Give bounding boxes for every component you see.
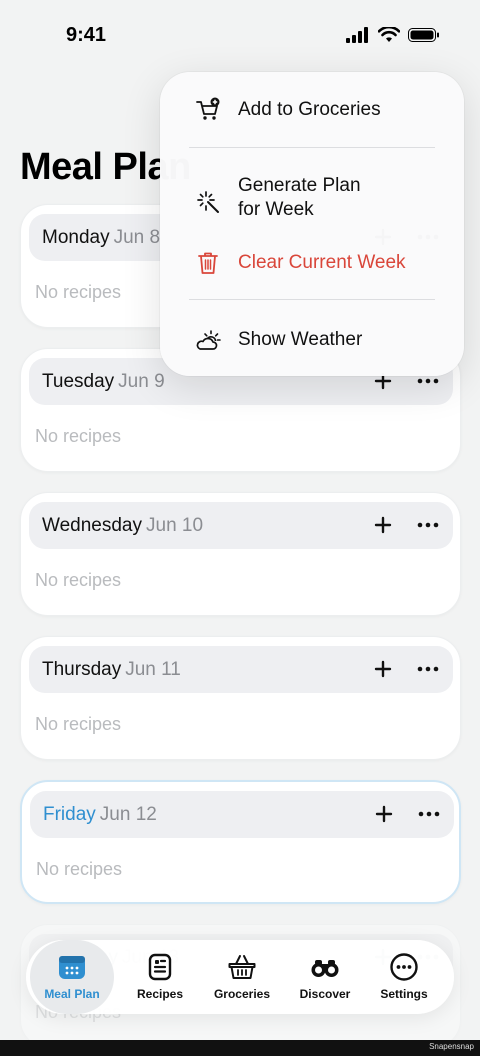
- menu-divider: [189, 299, 435, 300]
- watermark: Snapensnap: [429, 1042, 474, 1051]
- context-menu: Add to Groceries Generate Plan for Week …: [160, 72, 464, 376]
- calendar-icon: [59, 956, 85, 979]
- day-date: Jun 12: [99, 804, 157, 825]
- day-date: Jun 10: [146, 515, 204, 536]
- day-header: Wednesday Jun 10: [29, 502, 453, 549]
- tab-label: Meal Plan: [44, 987, 100, 1001]
- more-options-button[interactable]: [416, 514, 440, 536]
- magic-wand-icon: [197, 191, 219, 213]
- add-recipe-button[interactable]: [372, 658, 394, 680]
- cloud-sun-icon: [196, 330, 221, 350]
- tab-bar: Meal Plan Recipes Groceries Discover Set…: [26, 940, 454, 1014]
- menu-item-label-line1: Generate Plan: [238, 175, 361, 196]
- tab-label: Settings: [380, 987, 428, 1001]
- day-date: Jun 9: [118, 371, 165, 392]
- more-options-button[interactable]: [417, 803, 441, 825]
- menu-item-show-weather[interactable]: Show Weather: [160, 326, 464, 354]
- menu-item-label: Show Weather: [238, 329, 363, 350]
- status-time: 9:41: [66, 24, 107, 46]
- day-title: Thursday Jun 11: [42, 659, 181, 681]
- ellipsis-circle-icon: [390, 953, 418, 981]
- menu-item-label-wrap: Generate Plan for Week: [238, 174, 361, 222]
- day-name: Wednesday: [42, 515, 142, 536]
- tab-settings[interactable]: Settings: [362, 940, 446, 1014]
- empty-state-text: No recipes: [35, 426, 122, 446]
- empty-state-text: No recipes: [36, 859, 123, 879]
- recipe-card-icon: [148, 953, 172, 981]
- menu-item-clear-week[interactable]: Clear Current Week: [160, 249, 464, 277]
- tab-label: Recipes: [136, 987, 184, 1001]
- battery-icon: [408, 28, 439, 42]
- menu-item-label: Add to Groceries: [238, 99, 381, 120]
- day-date: Jun 11: [125, 659, 181, 680]
- binoculars-icon: [311, 960, 339, 977]
- day-title: Tuesday Jun 9: [42, 371, 165, 393]
- tab-recipes[interactable]: Recipes: [118, 940, 202, 1014]
- day-date: Jun 8: [113, 227, 161, 248]
- status-icons: [346, 27, 440, 43]
- day-name: Friday: [43, 804, 96, 825]
- day-name: Tuesday: [42, 371, 115, 392]
- trash-icon: [198, 252, 218, 274]
- menu-item-label-line2: for Week: [238, 199, 314, 220]
- day-card-friday: Friday Jun 12 No recipes: [20, 780, 461, 904]
- add-recipe-button[interactable]: [373, 803, 395, 825]
- empty-state-text: No recipes: [35, 282, 122, 302]
- wifi-icon: [378, 27, 400, 42]
- day-header: Friday Jun 12: [30, 791, 454, 838]
- day-card-wednesday: Wednesday Jun 10 No recipes: [20, 492, 461, 616]
- tab-label: Discover: [299, 987, 351, 1001]
- day-name: Monday: [42, 227, 110, 248]
- empty-state-text: No recipes: [35, 714, 122, 734]
- day-card-thursday: Thursday Jun 11 No recipes: [20, 636, 461, 760]
- menu-item-add-to-groceries[interactable]: Add to Groceries: [160, 96, 464, 124]
- more-options-button[interactable]: [416, 658, 440, 680]
- tab-label: Groceries: [213, 987, 271, 1001]
- signal-icon: [346, 27, 368, 43]
- basket-icon: [228, 955, 256, 979]
- add-recipe-button[interactable]: [372, 514, 394, 536]
- day-title: Wednesday Jun 10: [42, 515, 203, 537]
- tab-groceries[interactable]: Groceries: [200, 940, 284, 1014]
- empty-state-text: No recipes: [35, 570, 122, 590]
- tab-discover[interactable]: Discover: [283, 940, 367, 1014]
- day-header: Thursday Jun 11: [29, 646, 453, 693]
- bottom-strip: Snapensnap: [0, 1040, 480, 1056]
- menu-divider: [189, 147, 435, 148]
- status-bar: 9:41: [0, 0, 480, 72]
- tab-meal-plan[interactable]: Meal Plan: [30, 940, 114, 1014]
- day-title: Monday Jun 8: [42, 227, 160, 249]
- menu-item-label: Clear Current Week: [238, 252, 406, 273]
- day-title: Friday Jun 12: [43, 804, 157, 826]
- cart-plus-icon: [196, 97, 220, 120]
- menu-item-generate-plan[interactable]: Generate Plan for Week: [160, 174, 464, 224]
- day-name: Thursday: [42, 659, 122, 680]
